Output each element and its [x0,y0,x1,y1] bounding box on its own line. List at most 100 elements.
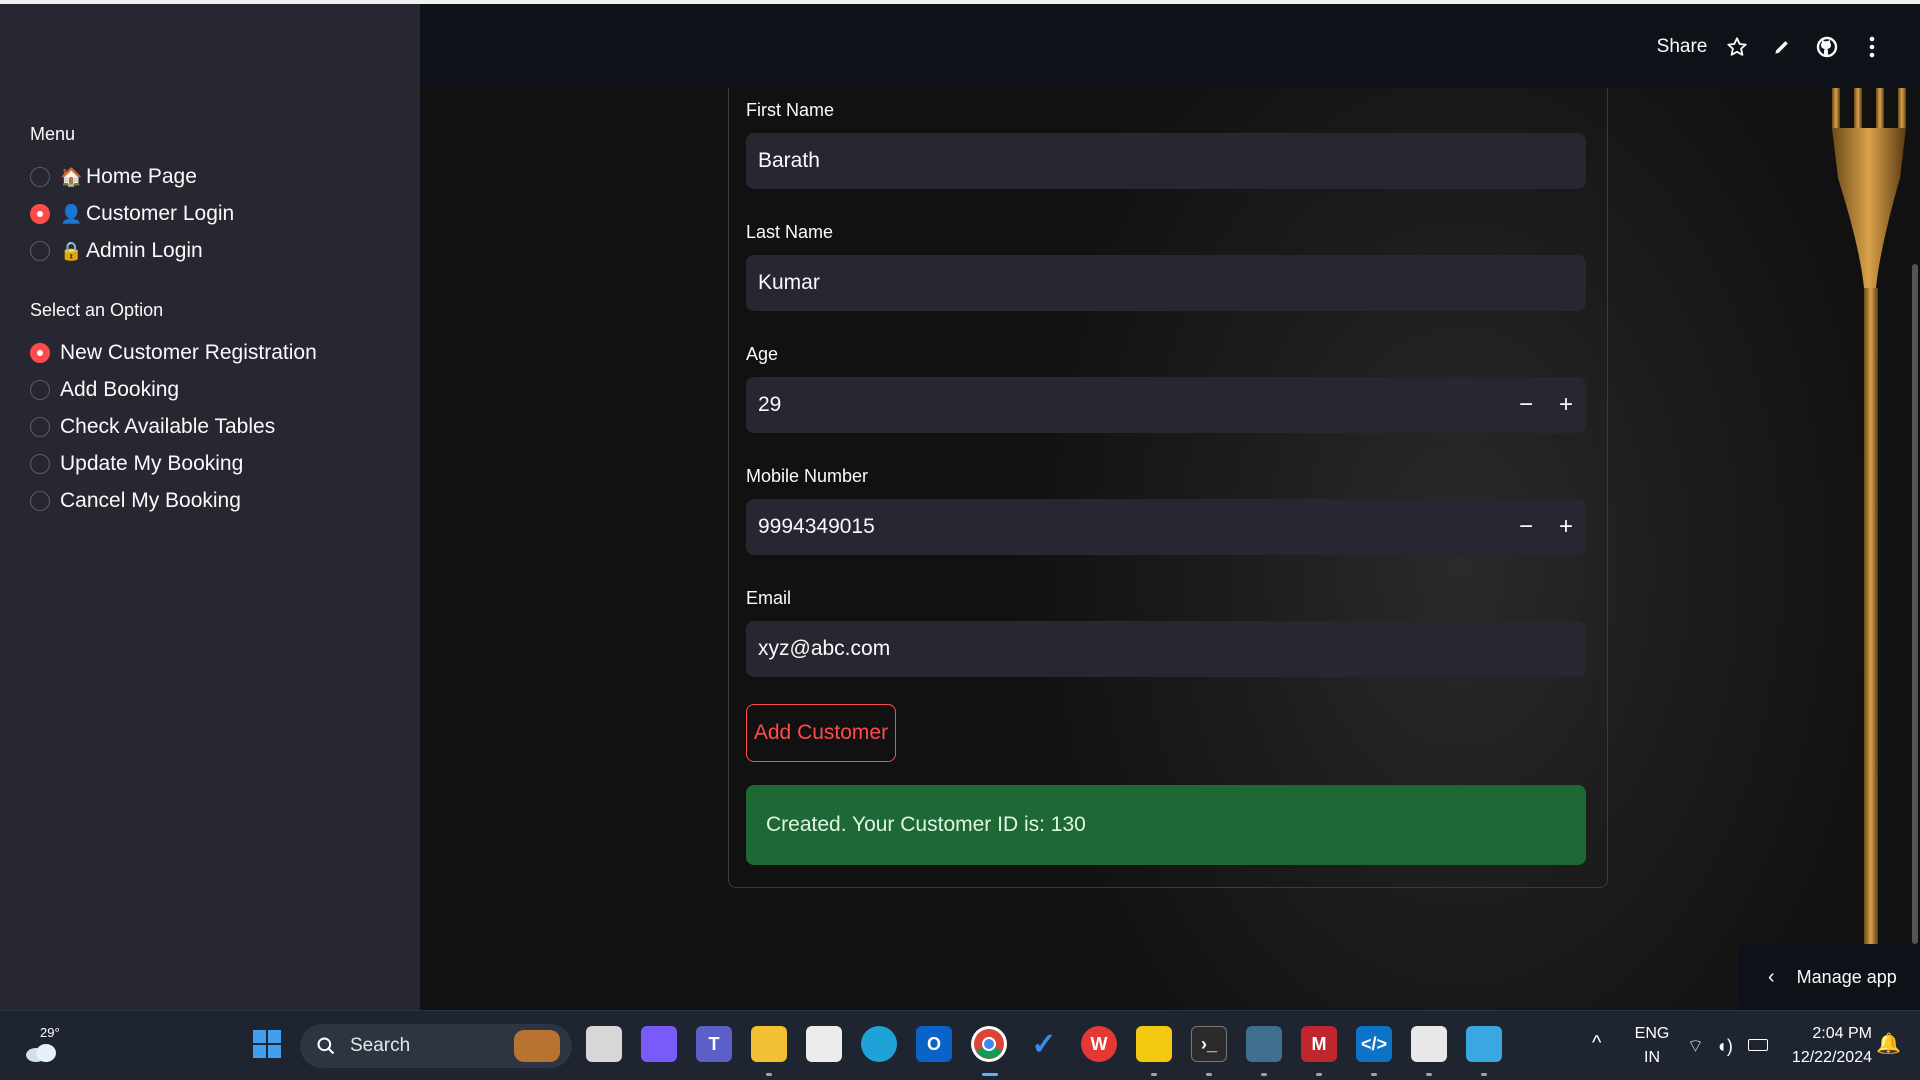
radio-check-available-tables[interactable] [30,417,50,437]
success-message: Created. Your Customer ID is: 130 [766,813,1086,836]
file-explorer-icon[interactable] [751,1026,787,1062]
snipping-tool-icon[interactable] [1411,1026,1447,1062]
menu-item-label: Home Page [86,165,197,188]
last-name-label: Last Name [746,222,834,242]
more-vertical-icon[interactable] [1857,32,1887,62]
email-field[interactable]: xyz@abc.com [746,621,1586,677]
option-add-booking[interactable]: Add Booking [30,375,179,405]
vscode-icon[interactable]: </> [1356,1026,1392,1062]
option-update-my-booking[interactable]: Update My Booking [30,449,243,479]
radio-update-my-booking[interactable] [30,454,50,474]
taskbar-search[interactable]: Search [300,1024,572,1068]
menu-item-label: Customer Login [86,202,235,225]
edge-icon[interactable] [861,1026,897,1062]
form-card [728,88,1608,888]
success-alert: Created. Your Customer ID is: 130 [746,785,1586,865]
battery-icon[interactable] [1748,1039,1768,1051]
mobile-decrement-button[interactable]: − [1506,499,1546,555]
running-indicator [1426,1073,1432,1076]
menu-item-customer-login[interactable]: 👤 Customer Login [30,199,234,229]
windows-taskbar: 29° Search T O ✓ W ›_ M </> ^ ENG IN ⌔ ◖… [0,1010,1920,1080]
radio-customer-login[interactable] [30,204,50,224]
microsoft-store-icon[interactable] [806,1026,842,1062]
todo-icon[interactable]: ✓ [1026,1026,1062,1062]
notepad-icon[interactable] [1466,1026,1502,1062]
menu-item-label: Admin Login [86,239,203,262]
last-name-value: Kumar [758,271,820,294]
volume-icon[interactable]: ◖) [1716,1034,1733,1058]
main-content: First Name Barath Last Name Kumar Age 29… [420,4,1920,1010]
option-label: New Customer Registration [60,341,317,364]
age-stepper: − + [1506,377,1586,433]
menu-item-admin-login[interactable]: 🔒 Admin Login [30,236,203,266]
option-label: Update My Booking [60,452,244,475]
age-label: Age [746,344,779,364]
chevron-up-icon[interactable]: ^ [1592,1031,1601,1055]
github-icon[interactable] [1812,32,1842,62]
house-icon: 🏠 [60,166,83,187]
radio-admin-login[interactable] [30,241,50,261]
windows-start-icon[interactable] [249,1026,285,1062]
mobile-stepper: − + [1506,499,1586,555]
scrollbar[interactable] [1912,264,1918,944]
running-indicator [1206,1073,1212,1076]
clock[interactable]: 2:04 PM 12/22/2024 [1782,1022,1872,1070]
first-name-value: Barath [758,149,820,172]
option-new-customer-registration[interactable]: New Customer Registration [30,338,317,368]
option-cancel-my-booking[interactable]: Cancel My Booking [30,486,241,516]
running-indicator [1316,1073,1322,1076]
option-label: Check Available Tables [60,415,276,438]
menu-item-home-page[interactable]: 🏠 Home Page [30,162,197,192]
mobile-number-value: 9994349015 [758,515,875,538]
running-indicator [1261,1073,1267,1076]
running-indicator [1481,1073,1487,1076]
notification-bell-icon[interactable]: 🔔 [1876,1032,1901,1056]
terminal-icon[interactable]: ›_ [1191,1026,1227,1062]
outlook-icon[interactable]: O [916,1026,952,1062]
radio-new-customer-registration[interactable] [30,343,50,363]
option-check-available-tables[interactable]: Check Available Tables [30,412,275,442]
region-label: IN [1644,1049,1660,1066]
teams-icon[interactable]: T [696,1026,732,1062]
wifi-icon[interactable]: ⌔ [1687,1034,1704,1058]
email-label: Email [746,588,792,608]
running-indicator [766,1073,772,1076]
running-indicator [1151,1073,1157,1076]
active-indicator [982,1073,998,1076]
weather-temp: 29° [40,1025,60,1040]
mobile-increment-button[interactable]: + [1546,499,1586,555]
age-decrement-button[interactable]: − [1506,377,1546,433]
radio-cancel-my-booking[interactable] [30,491,50,511]
radio-home-page[interactable] [30,167,50,187]
pencil-icon[interactable] [1767,32,1797,62]
language-label: ENG [1634,1025,1670,1042]
first-name-label: First Name [746,100,835,120]
power-bi-icon[interactable] [1136,1026,1172,1062]
cloud-icon [26,1044,56,1062]
first-name-field[interactable]: Barath [746,133,1586,189]
manage-app-button[interactable]: ‹ Manage app [1738,944,1920,1010]
radio-add-booking[interactable] [30,380,50,400]
age-field[interactable]: 29 − + [746,377,1586,433]
search-icon [317,1037,335,1055]
star-icon[interactable] [1722,32,1752,62]
mobile-number-field[interactable]: 9994349015 − + [746,499,1586,555]
task-view-icon[interactable] [586,1026,622,1062]
option-label: Cancel My Booking [60,489,241,512]
share-button[interactable]: Share [1652,32,1712,62]
manage-app-label: Manage app [1796,966,1897,987]
time-label: 2:04 PM [1812,1025,1872,1042]
mcafee-icon[interactable]: M [1301,1026,1337,1062]
last-name-field[interactable]: Kumar [746,255,1586,311]
chrome-icon[interactable] [971,1026,1007,1062]
select-option-label: Select an Option [30,300,164,320]
search-placeholder: Search [350,1035,411,1056]
language-indicator[interactable]: ENG IN [1630,1022,1674,1070]
add-customer-button[interactable]: Add Customer [746,704,896,762]
app-header: Share [420,4,1920,88]
age-increment-button[interactable]: + [1546,377,1586,433]
mysql-workbench-icon[interactable] [1246,1026,1282,1062]
weather-widget[interactable]: 29° [22,1025,62,1065]
wps-office-icon[interactable]: W [1081,1026,1117,1062]
copilot-icon[interactable] [641,1026,677,1062]
